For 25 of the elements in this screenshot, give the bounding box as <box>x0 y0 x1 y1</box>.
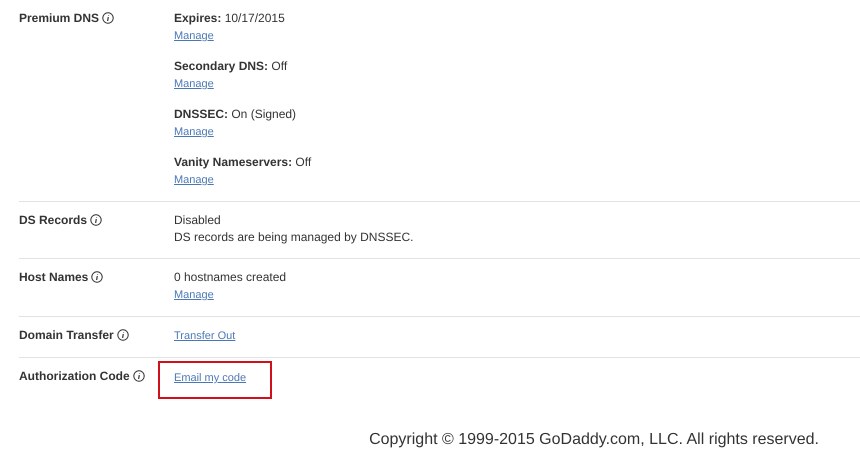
row-label: DS Records <box>19 212 88 229</box>
field-text: DNSSEC: On (Signed) <box>174 106 298 123</box>
field-text: Secondary DNS: Off <box>174 58 288 75</box>
text: DS records are being managed by DNSSEC. <box>174 229 414 246</box>
field-text: Vanity Nameservers: Off <box>174 154 312 171</box>
row-label: Premium DNS <box>19 10 100 27</box>
text: 0 hostnames created <box>174 269 286 286</box>
link[interactable]: Manage <box>174 286 214 304</box>
link[interactable]: Manage <box>174 27 214 45</box>
field-text: Expires: 10/17/2015 <box>174 10 286 27</box>
row-label: Domain Transfer <box>19 327 114 344</box>
info-icon[interactable] <box>116 329 129 341</box>
link[interactable]: Manage <box>174 123 214 141</box>
info-icon[interactable] <box>90 214 102 226</box>
link[interactable]: Manage <box>174 171 214 189</box>
text: Disabled <box>174 212 222 229</box>
link[interactable]: Manage <box>174 75 214 93</box>
copyright-text: Copyright © 1999-2015 GoDaddy.com, LLC. All rights reserved. <box>369 431 819 449</box>
link[interactable]: Transfer Out <box>174 327 236 345</box>
row-label: Host Names <box>19 269 88 286</box>
row-label: Authorization Code <box>19 368 130 385</box>
info-icon[interactable] <box>102 12 114 24</box>
info-icon[interactable] <box>91 271 104 283</box>
info-icon[interactable] <box>132 370 145 382</box>
link[interactable]: Email my code <box>174 369 246 387</box>
